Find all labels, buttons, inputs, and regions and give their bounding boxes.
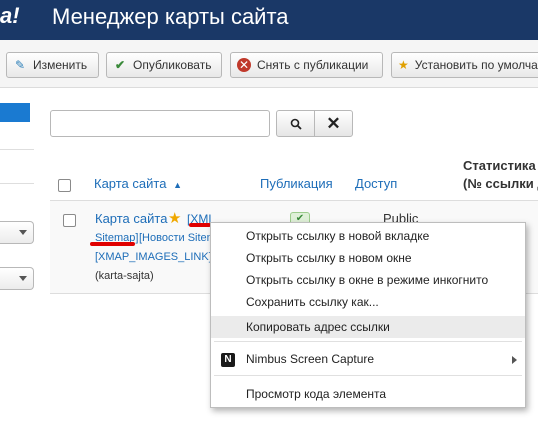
sort-asc-icon: ▲ (173, 180, 182, 190)
sort-sitemap-header[interactable]: Карта сайта ▲ (94, 176, 182, 191)
publish-button-label: Опубликовать (133, 58, 212, 72)
set-default-button-label: Установить по умолча (414, 58, 538, 72)
page-title: Менеджер карты сайта (52, 4, 289, 29)
annotation-underline (90, 242, 135, 246)
close-circle-icon: ✕ (237, 58, 251, 72)
chevron-right-icon (512, 356, 517, 364)
sitemap-header-label: Карта сайта (94, 176, 167, 191)
menu-item-copy-link-address[interactable]: Копировать адрес ссылки (211, 316, 525, 338)
stats-header-line1: Статистика (463, 158, 536, 173)
filter-select[interactable] (0, 267, 34, 290)
menu-separator (214, 341, 522, 342)
chevron-down-icon (19, 276, 27, 281)
menu-item-open-new-window[interactable]: Открыть ссылку в новом окне (211, 247, 525, 269)
sitemap-alias: (karta-sajta) (95, 270, 154, 282)
row-checkbox[interactable] (63, 214, 76, 227)
search-icon (290, 118, 302, 130)
check-icon: ✔ (114, 58, 126, 72)
menu-item-nimbus-label: Nimbus Screen Capture (246, 352, 375, 366)
edit-button[interactable]: ✎ Изменить (6, 52, 99, 78)
sort-published-header[interactable]: Публикация (260, 176, 333, 191)
news-sitemap-link[interactable]: [Новости Siten (139, 232, 213, 244)
sidebar-active-item[interactable] (0, 103, 30, 122)
search-input[interactable] (50, 110, 270, 137)
menu-item-open-new-tab[interactable]: Открыть ссылку в новой вкладке (211, 225, 525, 247)
set-default-button[interactable]: ★ Установить по умолча (391, 52, 538, 78)
unpublish-button-label: Снять с публикации (257, 58, 369, 72)
images-sitemap-link[interactable]: [XMAP_IMAGES_LINK] (95, 251, 212, 263)
star-icon: ★ (398, 58, 409, 72)
search-button[interactable] (276, 110, 315, 137)
toolbar: ✎ Изменить ✔ Опубликовать ✕ Снять с публ… (0, 40, 538, 88)
context-menu: Открыть ссылку в новой вкладке Открыть с… (210, 222, 526, 408)
unpublish-button[interactable]: ✕ Снять с публикации (230, 52, 383, 78)
filter-select[interactable] (0, 221, 34, 244)
annotation-underline (189, 223, 211, 227)
menu-item-open-incognito[interactable]: Открыть ссылку в окне в режиме инкогнито (211, 269, 525, 291)
menu-item-inspect-element[interactable]: Просмотр кода элемента (211, 383, 525, 405)
logo[interactable]: a! (0, 3, 20, 29)
sidebar-divider (0, 149, 34, 150)
edit-button-label: Изменить (33, 58, 88, 72)
menu-separator (214, 375, 522, 376)
close-icon: ✕ (326, 113, 341, 133)
app-header: a! Менеджер карты сайта (0, 0, 538, 40)
sitemap-title-link[interactable]: Карта сайта (95, 211, 167, 226)
stats-header-line2: (№ ссылки д (463, 176, 538, 191)
default-star-icon[interactable]: ★ (168, 209, 181, 227)
clear-search-button[interactable]: ✕ (314, 110, 353, 137)
menu-item-save-link-as[interactable]: Сохранить ссылку как... (211, 291, 525, 313)
sort-access-header[interactable]: Доступ (355, 176, 397, 191)
select-all-checkbox[interactable] (58, 179, 71, 192)
publish-button[interactable]: ✔ Опубликовать (106, 52, 222, 78)
sidebar-divider (0, 183, 34, 184)
chevron-down-icon (19, 230, 27, 235)
menu-item-nimbus[interactable]: N Nimbus Screen Capture (211, 348, 525, 370)
nimbus-icon: N (221, 353, 235, 367)
edit-icon: ✎ (14, 58, 26, 72)
